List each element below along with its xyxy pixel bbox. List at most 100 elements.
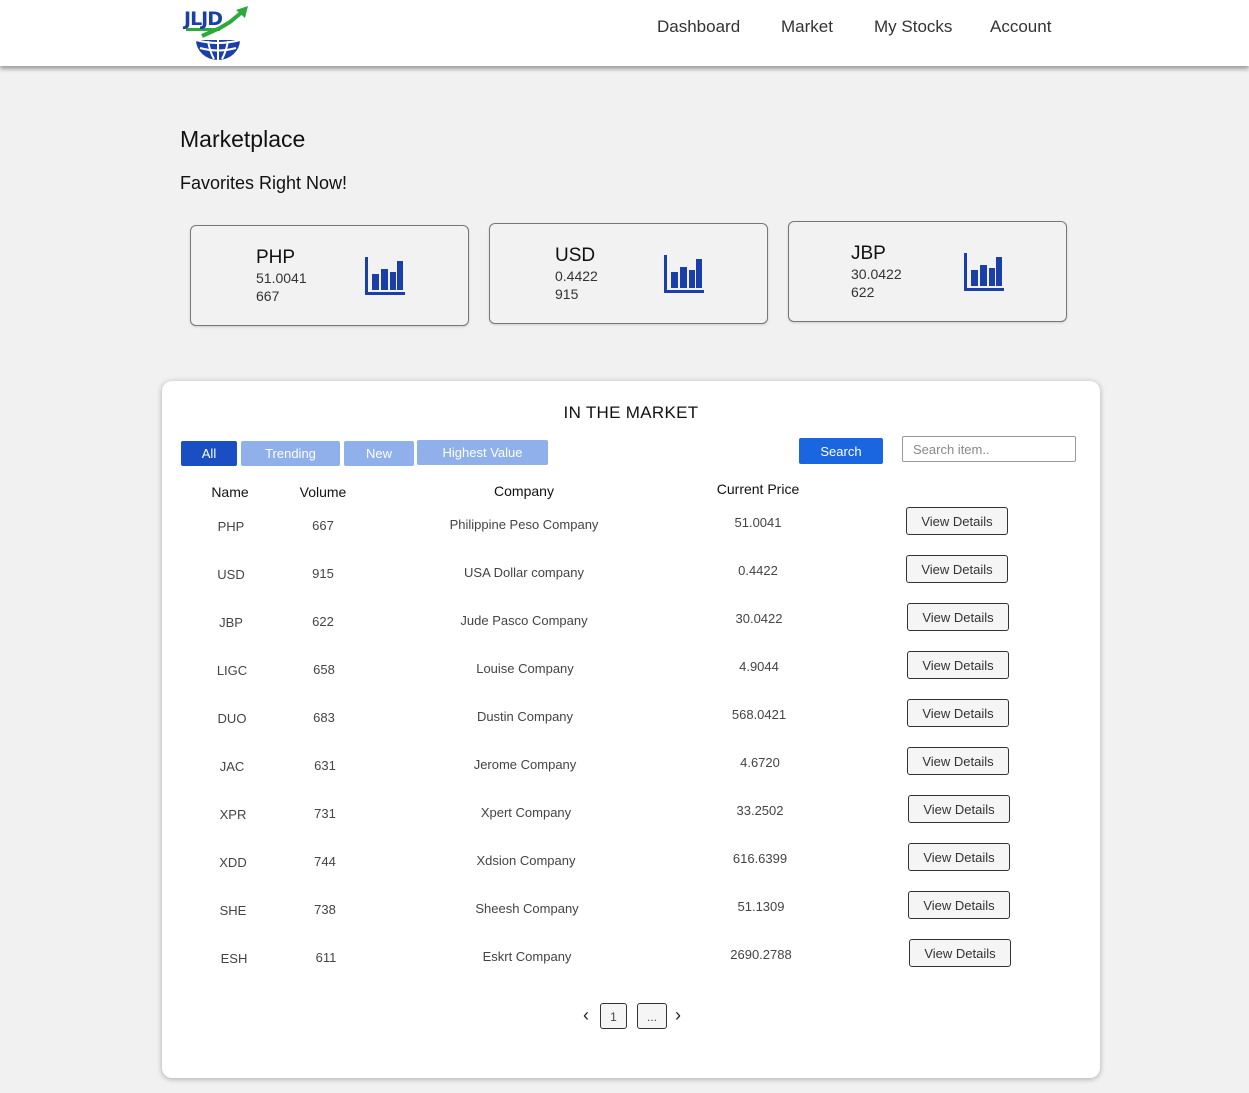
column-header-name: Name [211, 484, 249, 500]
view-details-button[interactable]: View Details [908, 843, 1010, 871]
favorite-card-jbp[interactable]: JBP 30.0422 622 [788, 221, 1067, 322]
row-name: LIGC [216, 663, 248, 678]
nav-dashboard[interactable]: Dashboard [657, 17, 740, 37]
row-company: Sheesh Company [475, 901, 579, 916]
row-company: Xdsion Company [476, 853, 576, 868]
table-row: XPR 731 Xpert Company 33.2502 View Detai… [162, 795, 1100, 843]
view-details-button[interactable]: View Details [906, 507, 1008, 535]
row-company: Xpert Company [480, 805, 572, 820]
top-navbar: JLJD Dashboard Market My Stocks Account [0, 0, 1249, 66]
row-company: Eskrt Company [482, 949, 572, 964]
row-volume: 631 [314, 758, 336, 773]
row-name: JAC [219, 759, 245, 774]
filter-highest-value-button[interactable]: Highest Value [417, 440, 548, 465]
nav-account[interactable]: Account [990, 17, 1051, 37]
row-name: ESH [220, 951, 248, 966]
row-name: DUO [217, 711, 247, 726]
row-name: PHP [217, 519, 245, 534]
filter-trending-button[interactable]: Trending [241, 441, 340, 466]
favorite-symbol: JBP [851, 243, 886, 264]
row-price: 4.6720 [740, 755, 780, 770]
row-volume: 622 [312, 614, 334, 629]
chevron-left-icon[interactable]: ‹ [583, 1005, 589, 1026]
table-row: USD 915 USA Dollar company 0.4422 View D… [162, 555, 1100, 603]
view-details-button[interactable]: View Details [908, 795, 1010, 823]
table-row: XDD 744 Xdsion Company 616.6399 View Det… [162, 843, 1100, 891]
table-row: DUO 683 Dustin Company 568.0421 View Det… [162, 699, 1100, 747]
page-button-1[interactable]: 1 [600, 1003, 627, 1029]
column-header-company: Company [494, 483, 554, 499]
favorite-symbol: PHP [256, 247, 296, 268]
row-volume: 731 [314, 806, 336, 821]
row-company: Louise Company [476, 661, 574, 676]
row-price: 568.0421 [731, 707, 787, 722]
row-price: 51.0041 [734, 515, 782, 530]
page-title: Marketplace [180, 126, 306, 152]
favorite-price: 0.4422 [555, 268, 598, 284]
filter-new-button[interactable]: New [344, 441, 414, 466]
row-volume: 744 [314, 854, 336, 869]
favorite-card-php[interactable]: PHP 51.0041 667 [190, 225, 469, 326]
favorite-volume: 915 [555, 286, 579, 302]
row-company: Dustin Company [476, 709, 574, 724]
bar-chart-icon [365, 257, 405, 295]
row-name: USD [217, 567, 245, 582]
pagination: ‹ 1 ... › [162, 1003, 1100, 1033]
row-volume: 667 [312, 518, 334, 533]
row-company: Philippine Peso Company [449, 517, 599, 532]
market-panel: IN THE MARKET All Trending New Highest V… [162, 381, 1100, 1078]
search-button[interactable]: Search [799, 438, 883, 464]
view-details-button[interactable]: View Details [909, 939, 1011, 967]
favorite-volume: 667 [256, 288, 280, 304]
logo[interactable]: JLJD [182, 6, 258, 60]
row-price: 616.6399 [732, 851, 788, 866]
table-row: PHP 667 Philippine Peso Company 51.0041 … [162, 507, 1100, 555]
table-row: SHE 738 Sheesh Company 51.1309 View Deta… [162, 891, 1100, 939]
row-name: XPR [219, 807, 247, 822]
row-company: Jude Pasco Company [460, 613, 588, 628]
bar-chart-icon [964, 253, 1004, 291]
row-volume: 611 [315, 950, 337, 965]
row-volume: 658 [313, 662, 335, 677]
row-price: 0.4422 [738, 563, 778, 578]
nav-my-stocks[interactable]: My Stocks [874, 17, 952, 37]
row-name: SHE [219, 903, 247, 918]
view-details-button[interactable]: View Details [907, 699, 1009, 727]
row-volume: 683 [313, 710, 335, 725]
row-price: 2690.2788 [730, 947, 792, 962]
table-row: LIGC 658 Louise Company 4.9044 View Deta… [162, 651, 1100, 699]
filter-all-button[interactable]: All [181, 441, 237, 466]
table-row: ESH 611 Eskrt Company 2690.2788 View Det… [162, 939, 1100, 987]
favorites-title: Favorites Right Now! [180, 173, 348, 193]
favorite-card-usd[interactable]: USD 0.4422 915 [489, 223, 768, 324]
row-price: 30.0422 [735, 611, 783, 626]
view-details-button[interactable]: View Details [907, 651, 1009, 679]
search-input[interactable] [902, 436, 1076, 462]
column-header-volume: Volume [299, 484, 347, 500]
table-row: JAC 631 Jerome Company 4.6720 View Detai… [162, 747, 1100, 795]
column-header-current-price: Current Price [716, 481, 800, 497]
favorite-volume: 622 [851, 284, 875, 300]
bar-chart-icon [664, 255, 704, 293]
row-price: 33.2502 [736, 803, 784, 818]
table-row: JBP 622 Jude Pasco Company 30.0422 View … [162, 603, 1100, 651]
view-details-button[interactable]: View Details [907, 603, 1009, 631]
favorite-price: 30.0422 [851, 266, 902, 282]
page-button-more[interactable]: ... [637, 1003, 667, 1029]
row-name: JBP [219, 615, 243, 630]
row-volume: 738 [314, 902, 336, 917]
row-price: 51.1309 [737, 899, 785, 914]
favorite-price: 51.0041 [256, 270, 307, 286]
market-title: IN THE MARKET [563, 403, 699, 422]
logo-text: JLJD [184, 8, 223, 30]
row-volume: 915 [312, 566, 334, 581]
row-price: 4.9044 [739, 659, 779, 674]
row-company: Jerome Company [473, 757, 577, 772]
view-details-button[interactable]: View Details [907, 747, 1009, 775]
chevron-right-icon[interactable]: › [675, 1005, 681, 1026]
row-name: XDD [219, 855, 247, 870]
view-details-button[interactable]: View Details [908, 891, 1010, 919]
view-details-button[interactable]: View Details [906, 555, 1008, 583]
row-company: USA Dollar company [464, 565, 584, 580]
nav-market[interactable]: Market [781, 17, 833, 37]
